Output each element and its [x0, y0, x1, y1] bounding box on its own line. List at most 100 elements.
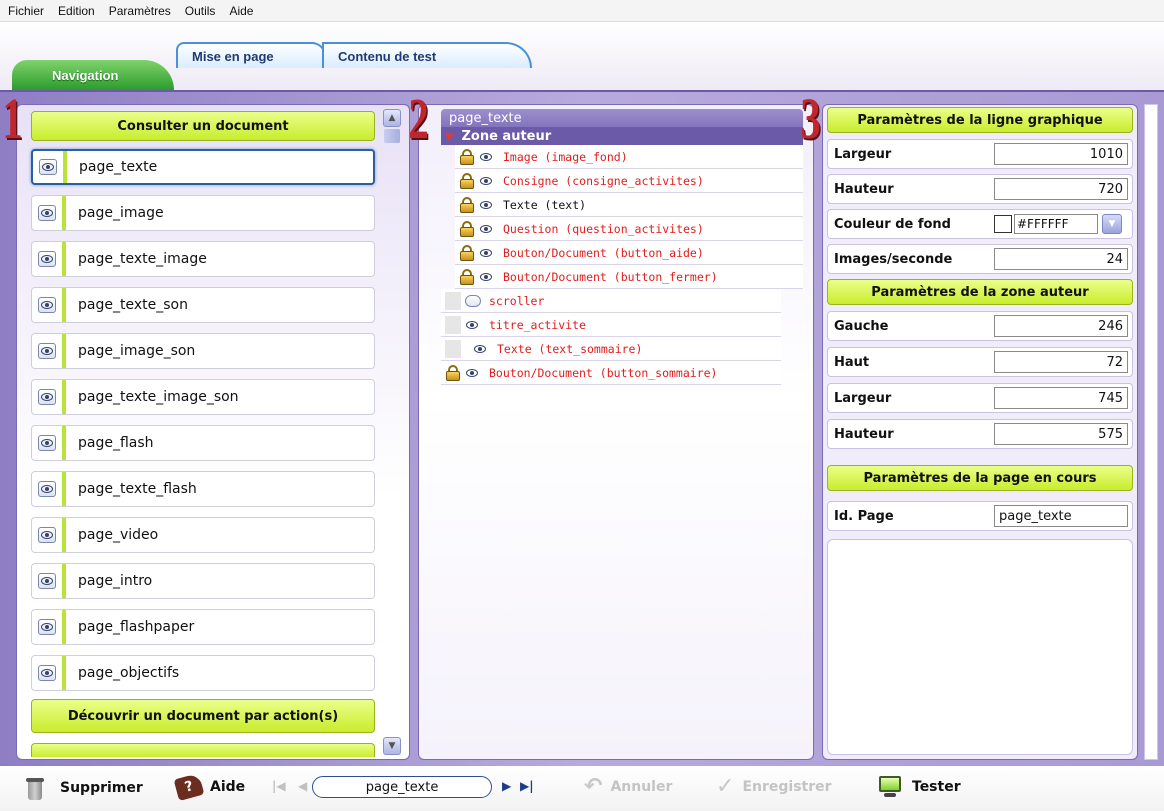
zone-auteur-node[interactable]: ▼ Zone auteur [441, 127, 803, 145]
page-type-item[interactable]: page_video [31, 517, 375, 553]
page-type-item[interactable]: page_texte_image [31, 241, 375, 277]
preview-icon [38, 665, 56, 681]
lock-icon[interactable] [459, 244, 475, 261]
visibility-eye-icon[interactable] [473, 342, 487, 356]
layer-row[interactable]: Image (image_fond) [455, 145, 803, 169]
page-type-item[interactable]: page_texte_son [31, 287, 375, 323]
page-type-item[interactable]: page_intro [31, 563, 375, 599]
consulter-document-header[interactable]: Consulter un document [31, 111, 375, 141]
page-type-item[interactable]: page_texte_flash [31, 471, 375, 507]
layer-row[interactable]: Question (question_activites) [455, 217, 803, 241]
visibility-eye-icon[interactable] [479, 198, 493, 212]
first-page-icon: |◀ [272, 779, 286, 793]
menu-parametres[interactable]: Paramètres [109, 4, 171, 18]
page-type-item[interactable]: page_flashpaper [31, 609, 375, 645]
page-types-scrollbar[interactable]: ▲ ▼ [383, 109, 401, 755]
unlocked-slot[interactable] [445, 315, 461, 334]
page-type-label: page_objectifs [78, 665, 180, 681]
annuler-button[interactable]: ↶ Annuler [584, 774, 672, 799]
lock-icon[interactable] [459, 268, 475, 285]
chevron-down-icon[interactable]: ▼ [1102, 214, 1122, 234]
aide-button[interactable]: ? Aide [173, 773, 245, 801]
enregistrer-label: Enregistrer [742, 778, 832, 795]
scroll-up-button[interactable]: ▲ [383, 109, 401, 127]
tab-contenu-de-test[interactable]: Contenu de test [322, 42, 532, 68]
lock-icon[interactable] [459, 196, 475, 213]
expand-triangle-icon[interactable]: ▼ [445, 130, 453, 143]
lock-icon[interactable] [459, 172, 475, 189]
preview-icon [38, 527, 56, 543]
tab-navigation[interactable]: Navigation [12, 60, 174, 90]
page-type-item[interactable]: page_texte [31, 149, 375, 185]
last-page-button[interactable]: ▶| [520, 779, 534, 793]
visibility-eye-icon[interactable] [465, 366, 479, 380]
supprimer-button[interactable]: Supprimer [26, 776, 143, 800]
menu-outils[interactable]: Outils [185, 4, 216, 18]
current-page-field[interactable]: page_texte [312, 776, 492, 798]
images-seconde-field[interactable]: 24 [994, 248, 1128, 270]
layer-row[interactable]: Texte (text) [455, 193, 803, 217]
id-page-field[interactable]: page_texte [994, 505, 1128, 527]
decouvrir-document-header[interactable]: Découvrir un document par action(s) [31, 699, 375, 733]
scroller-icon [465, 294, 481, 307]
layer-row[interactable]: Texte (text_sommaire) [441, 337, 781, 361]
page-type-item[interactable]: page_objectifs [31, 655, 375, 691]
page-types-panel: Consulter un document page_texte page_im… [16, 104, 410, 760]
scroll-down-button[interactable]: ▼ [383, 737, 401, 755]
tester-button[interactable]: Tester [878, 776, 961, 798]
visibility-eye-icon[interactable] [465, 318, 479, 332]
zone-largeur-field[interactable]: 745 [994, 387, 1128, 409]
layer-label: titre_activite [489, 317, 586, 332]
preview-icon [38, 389, 56, 405]
page-type-item[interactable]: page_texte_image_son [31, 379, 375, 415]
lock-icon[interactable] [459, 148, 475, 165]
visibility-eye-icon[interactable] [479, 174, 493, 188]
visibility-eye-icon[interactable] [479, 246, 493, 260]
param-haut: Haut 72 [827, 347, 1133, 377]
menu-fichier[interactable]: Fichier [8, 4, 44, 18]
page-type-label: page_texte_flash [78, 481, 197, 497]
enregistrer-button[interactable]: ✓ Enregistrer [716, 774, 832, 799]
previous-page-button[interactable]: ◀ [298, 779, 307, 793]
right-scroll-track[interactable] [1144, 104, 1158, 760]
layer-row[interactable]: Bouton/Document (button_aide) [455, 241, 803, 265]
next-page-button[interactable]: ▶ [502, 779, 511, 793]
menu-edition[interactable]: Edition [58, 4, 95, 18]
layer-label: scroller [489, 293, 545, 308]
tester-label: Tester [912, 779, 961, 795]
bottom-toolbar: Supprimer ? Aide |◀ ◀ page_texte ▶ ▶| ↶ … [0, 766, 1164, 811]
next-section-header[interactable] [31, 743, 375, 757]
layer-row[interactable]: scroller [441, 289, 781, 313]
largeur-field[interactable]: 1010 [994, 143, 1128, 165]
page-type-item[interactable]: page_image [31, 195, 375, 231]
param-label: Id. Page [834, 508, 894, 524]
tab-mise-en-page[interactable]: Mise en page [176, 42, 326, 68]
gauche-field[interactable]: 246 [994, 315, 1128, 337]
tab-strip: Mise en page Contenu de test Navigation [0, 22, 1164, 114]
unlocked-slot[interactable] [445, 339, 461, 358]
trash-icon [26, 776, 44, 800]
zone-hauteur-field[interactable]: 575 [994, 423, 1128, 445]
layer-row[interactable]: Bouton/Document (button_fermer) [455, 265, 803, 289]
unlocked-slot[interactable] [445, 291, 461, 310]
visibility-eye-icon[interactable] [479, 150, 493, 164]
first-page-button[interactable]: |◀ [272, 779, 286, 793]
haut-field[interactable]: 72 [994, 351, 1128, 373]
page-type-item[interactable]: page_flash [31, 425, 375, 461]
undo-icon: ↶ [584, 774, 603, 799]
scroll-thumb[interactable] [384, 129, 400, 143]
color-hex-field[interactable]: #FFFFFF [1014, 214, 1098, 234]
lock-icon[interactable] [459, 220, 475, 237]
menu-aide[interactable]: Aide [229, 4, 253, 18]
color-swatch[interactable] [994, 215, 1012, 233]
color-picker[interactable]: #FFFFFF ▼ [994, 213, 1128, 235]
page-type-item[interactable]: page_image_son [31, 333, 375, 369]
visibility-eye-icon[interactable] [479, 222, 493, 236]
hauteur-field[interactable]: 720 [994, 178, 1128, 200]
layer-row[interactable]: titre_activite [441, 313, 781, 337]
supprimer-label: Supprimer [60, 780, 143, 796]
lock-icon[interactable] [445, 364, 461, 381]
layer-row[interactable]: Bouton/Document (button_sommaire) [441, 361, 781, 385]
visibility-eye-icon[interactable] [479, 270, 493, 284]
layer-row[interactable]: Consigne (consigne_activites) [455, 169, 803, 193]
